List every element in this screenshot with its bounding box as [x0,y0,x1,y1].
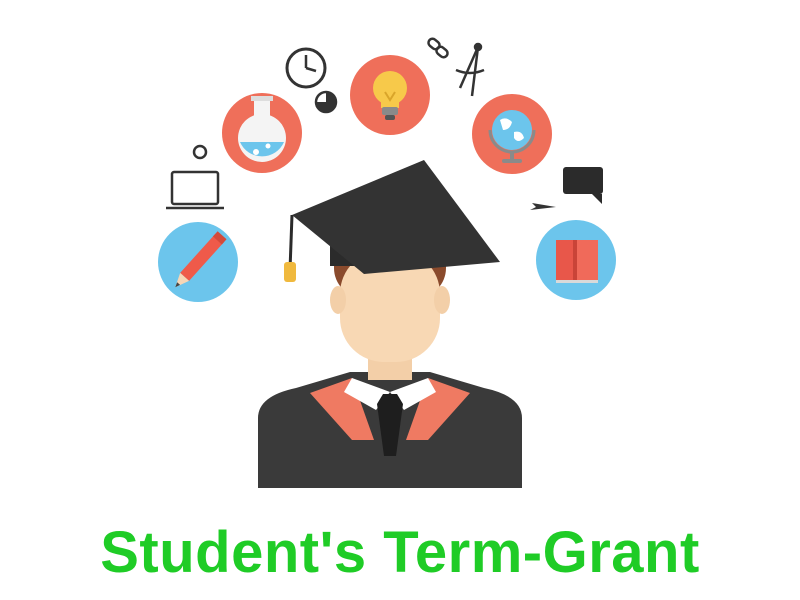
clock-icon [285,47,327,89]
speech-bubble-icon [563,167,603,204]
compass-tool-icon [455,42,485,97]
globe-icon [472,94,552,174]
page-title: Student's Term-Grant [100,520,700,585]
pencil-icon [158,222,238,302]
graduation-cap-icon [284,160,500,282]
laptop-icon [166,170,224,210]
graduate-illustration [158,37,616,488]
lightbulb-icon [350,55,430,135]
pie-chart-icon [314,90,338,114]
paper-plane-icon [530,203,556,210]
chain-link-icon [427,37,449,59]
book-icon [536,220,616,300]
flask-icon [222,93,302,173]
dot-circle-icon [192,144,208,160]
